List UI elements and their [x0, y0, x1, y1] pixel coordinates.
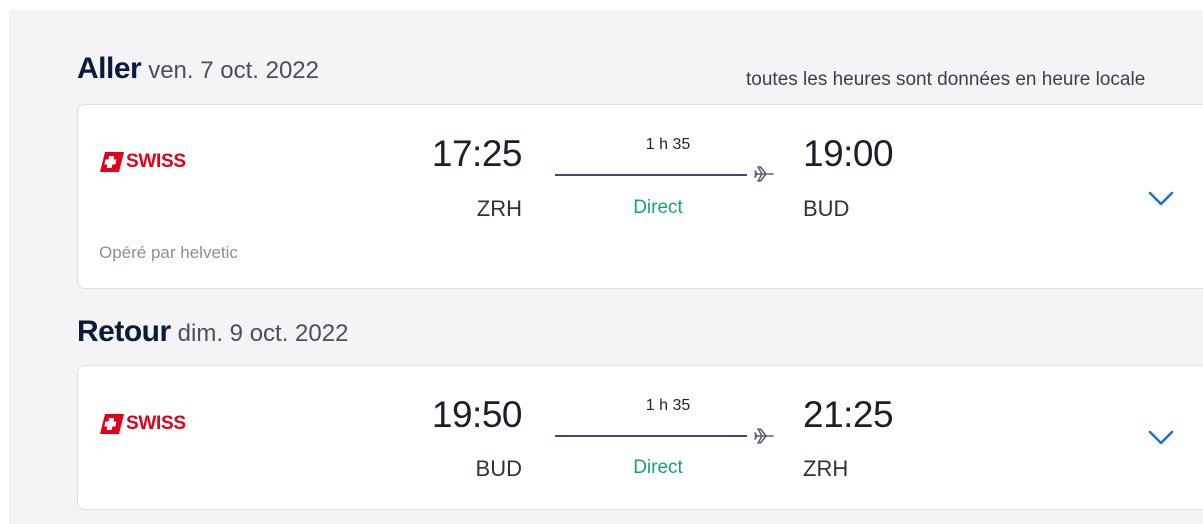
swiss-cross-logo-icon	[100, 152, 124, 172]
plane-icon	[754, 166, 774, 182]
plane-icon	[754, 428, 774, 444]
airline-name: SWISS	[126, 413, 186, 434]
arrival-time: 21:25	[803, 394, 894, 435]
return-title: Retour	[77, 315, 171, 348]
flight-duration: 1 h 35	[645, 397, 691, 414]
outbound-header: Aller ven. 7 oct. 2022	[77, 52, 319, 86]
airline-name: SWISS	[126, 151, 186, 172]
swiss-cross-logo-icon	[100, 414, 124, 434]
departure-time: 19:50	[431, 394, 523, 435]
arrival-time: 19:00	[803, 133, 894, 174]
airline-logo: SWISS	[100, 413, 186, 435]
timezone-note: toutes les heures sont données en heure …	[746, 69, 1146, 90]
departure-airport: ZRH	[476, 196, 522, 221]
departure-airport: BUD	[475, 456, 522, 481]
return-header: Retour dim. 9 oct. 2022	[77, 315, 348, 349]
operated-by: Opéré par helvetic	[99, 243, 238, 262]
chevron-down-icon[interactable]	[1147, 190, 1175, 208]
return-flight-card[interactable]: SWISS 19:50 BUD 1 h 35 Direct 21:25 ZRH	[77, 365, 1203, 510]
chevron-down-icon[interactable]	[1147, 429, 1175, 447]
airline-logo: SWISS	[100, 151, 186, 173]
outbound-title: Aller	[77, 52, 142, 85]
stops-label: Direct	[633, 457, 683, 478]
route-line	[555, 174, 747, 176]
outbound-flight-card[interactable]: SWISS 17:25 ZRH 1 h 35 Direct 19:00 BUD …	[77, 104, 1203, 289]
flight-duration: 1 h 35	[645, 136, 691, 153]
arrival-airport: BUD	[803, 196, 850, 221]
arrival-airport: ZRH	[803, 456, 849, 481]
stops-label: Direct	[633, 197, 683, 218]
outbound-date: ven. 7 oct. 2022	[148, 57, 319, 84]
route-line	[555, 435, 747, 437]
departure-time: 17:25	[431, 133, 523, 174]
return-date: dim. 9 oct. 2022	[177, 320, 349, 347]
